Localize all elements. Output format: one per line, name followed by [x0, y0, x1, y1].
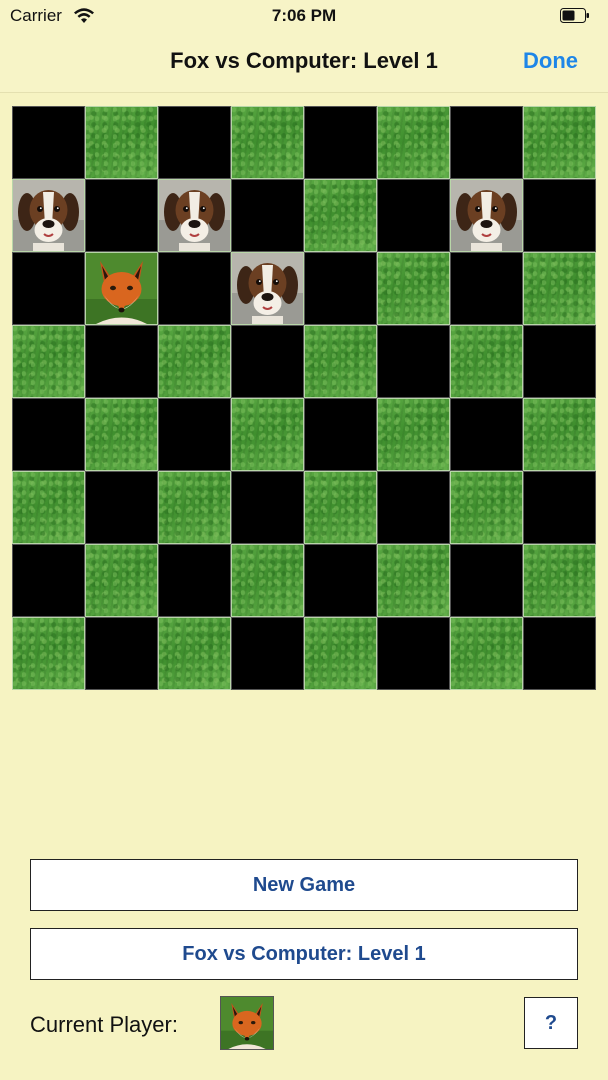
- battery-icon: [560, 8, 589, 23]
- board-square[interactable]: [523, 471, 596, 544]
- dog-piece-icon[interactable]: [159, 180, 230, 251]
- board-square[interactable]: [158, 398, 231, 471]
- board-square[interactable]: [450, 106, 523, 179]
- board-square[interactable]: [85, 544, 158, 617]
- board-square[interactable]: [231, 325, 304, 398]
- board-square[interactable]: [523, 325, 596, 398]
- board-square[interactable]: [85, 398, 158, 471]
- board-square[interactable]: [231, 179, 304, 252]
- board-square[interactable]: [158, 179, 231, 252]
- board-square[interactable]: [231, 544, 304, 617]
- board-square[interactable]: [304, 471, 377, 544]
- board-square[interactable]: [85, 617, 158, 690]
- game-board[interactable]: [12, 106, 596, 690]
- board-square[interactable]: [158, 106, 231, 179]
- app-screen: Carrier 7:06 PM Fox vs Computer: Level 1…: [0, 0, 608, 1080]
- board-square[interactable]: [12, 398, 85, 471]
- board-square[interactable]: [158, 325, 231, 398]
- done-button[interactable]: Done: [523, 48, 578, 74]
- board-square[interactable]: [450, 471, 523, 544]
- board-square[interactable]: [12, 544, 85, 617]
- board-square[interactable]: [12, 325, 85, 398]
- board-square[interactable]: [85, 106, 158, 179]
- board-square[interactable]: [523, 179, 596, 252]
- fox-piece-icon[interactable]: [86, 253, 157, 324]
- board-square[interactable]: [450, 252, 523, 325]
- dog-piece-icon[interactable]: [232, 253, 303, 324]
- board-square[interactable]: [450, 617, 523, 690]
- board-square[interactable]: [304, 106, 377, 179]
- board-square[interactable]: [158, 471, 231, 544]
- board-square[interactable]: [231, 617, 304, 690]
- game-mode-button[interactable]: Fox vs Computer: Level 1: [30, 928, 578, 980]
- board-square[interactable]: [450, 544, 523, 617]
- navigation-bar: Fox vs Computer: Level 1 Done: [0, 32, 608, 93]
- board-square[interactable]: [304, 544, 377, 617]
- board-square[interactable]: [304, 617, 377, 690]
- board-square[interactable]: [377, 106, 450, 179]
- board-square[interactable]: [12, 617, 85, 690]
- board-square[interactable]: [377, 179, 450, 252]
- board-square[interactable]: [12, 179, 85, 252]
- board-square[interactable]: [523, 398, 596, 471]
- clock: 7:06 PM: [271, 6, 337, 25]
- board-square[interactable]: [304, 179, 377, 252]
- board-square[interactable]: [523, 617, 596, 690]
- board-square[interactable]: [158, 252, 231, 325]
- board-square[interactable]: [304, 252, 377, 325]
- board-square[interactable]: [377, 398, 450, 471]
- board-square[interactable]: [85, 252, 158, 325]
- current-player-label: Current Player:: [30, 1012, 178, 1037]
- board-square[interactable]: [12, 471, 85, 544]
- board-square[interactable]: [231, 252, 304, 325]
- board-square[interactable]: [304, 398, 377, 471]
- board-square[interactable]: [377, 617, 450, 690]
- board-square[interactable]: [158, 544, 231, 617]
- board-square[interactable]: [231, 471, 304, 544]
- board-square[interactable]: [523, 106, 596, 179]
- board-square[interactable]: [12, 106, 85, 179]
- board-square[interactable]: [523, 544, 596, 617]
- page-title: Fox vs Computer: Level 1: [170, 48, 438, 73]
- board-square[interactable]: [523, 252, 596, 325]
- board-square[interactable]: [85, 471, 158, 544]
- board-square[interactable]: [377, 325, 450, 398]
- board-square[interactable]: [85, 179, 158, 252]
- board-square[interactable]: [12, 252, 85, 325]
- board-square[interactable]: [158, 617, 231, 690]
- dog-piece-icon[interactable]: [13, 180, 84, 251]
- status-bar: Carrier 7:06 PM: [0, 0, 608, 32]
- board-square[interactable]: [450, 398, 523, 471]
- board-square[interactable]: [377, 252, 450, 325]
- board-square[interactable]: [450, 325, 523, 398]
- board-square[interactable]: [304, 325, 377, 398]
- new-game-button[interactable]: New Game: [30, 859, 578, 911]
- board-square[interactable]: [450, 179, 523, 252]
- dog-piece-icon[interactable]: [451, 180, 522, 251]
- current-player-fox-icon: [220, 996, 274, 1050]
- board-square[interactable]: [231, 398, 304, 471]
- board-square[interactable]: [377, 544, 450, 617]
- board-square[interactable]: [377, 471, 450, 544]
- board-square[interactable]: [231, 106, 304, 179]
- board-square[interactable]: [85, 325, 158, 398]
- help-button[interactable]: ?: [524, 997, 578, 1049]
